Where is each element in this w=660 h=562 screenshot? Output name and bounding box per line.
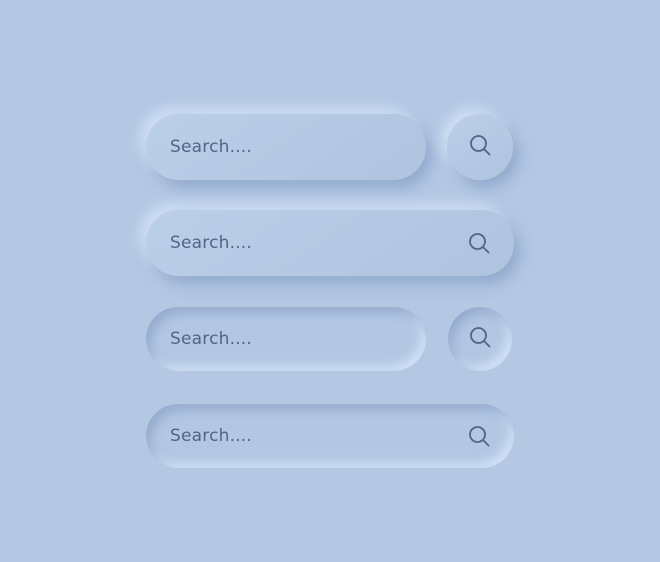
search-button[interactable]: [447, 114, 513, 180]
search-button[interactable]: [448, 307, 512, 371]
search-placeholder: Search....: [170, 426, 253, 446]
search-placeholder: Search....: [170, 233, 253, 253]
search-icon: [468, 133, 492, 161]
search-icon[interactable]: [466, 230, 492, 256]
search-placeholder: Search....: [170, 137, 253, 157]
search-placeholder: Search....: [170, 329, 253, 349]
search-input[interactable]: Search....: [146, 404, 514, 468]
search-icon[interactable]: [466, 423, 492, 449]
search-input[interactable]: Search....: [146, 210, 514, 276]
search-input[interactable]: Search....: [146, 307, 426, 371]
neumorphic-search-showcase: Search.... Search.... Search.... Search.…: [0, 0, 660, 562]
search-input[interactable]: Search....: [146, 114, 426, 180]
search-icon: [468, 325, 492, 353]
